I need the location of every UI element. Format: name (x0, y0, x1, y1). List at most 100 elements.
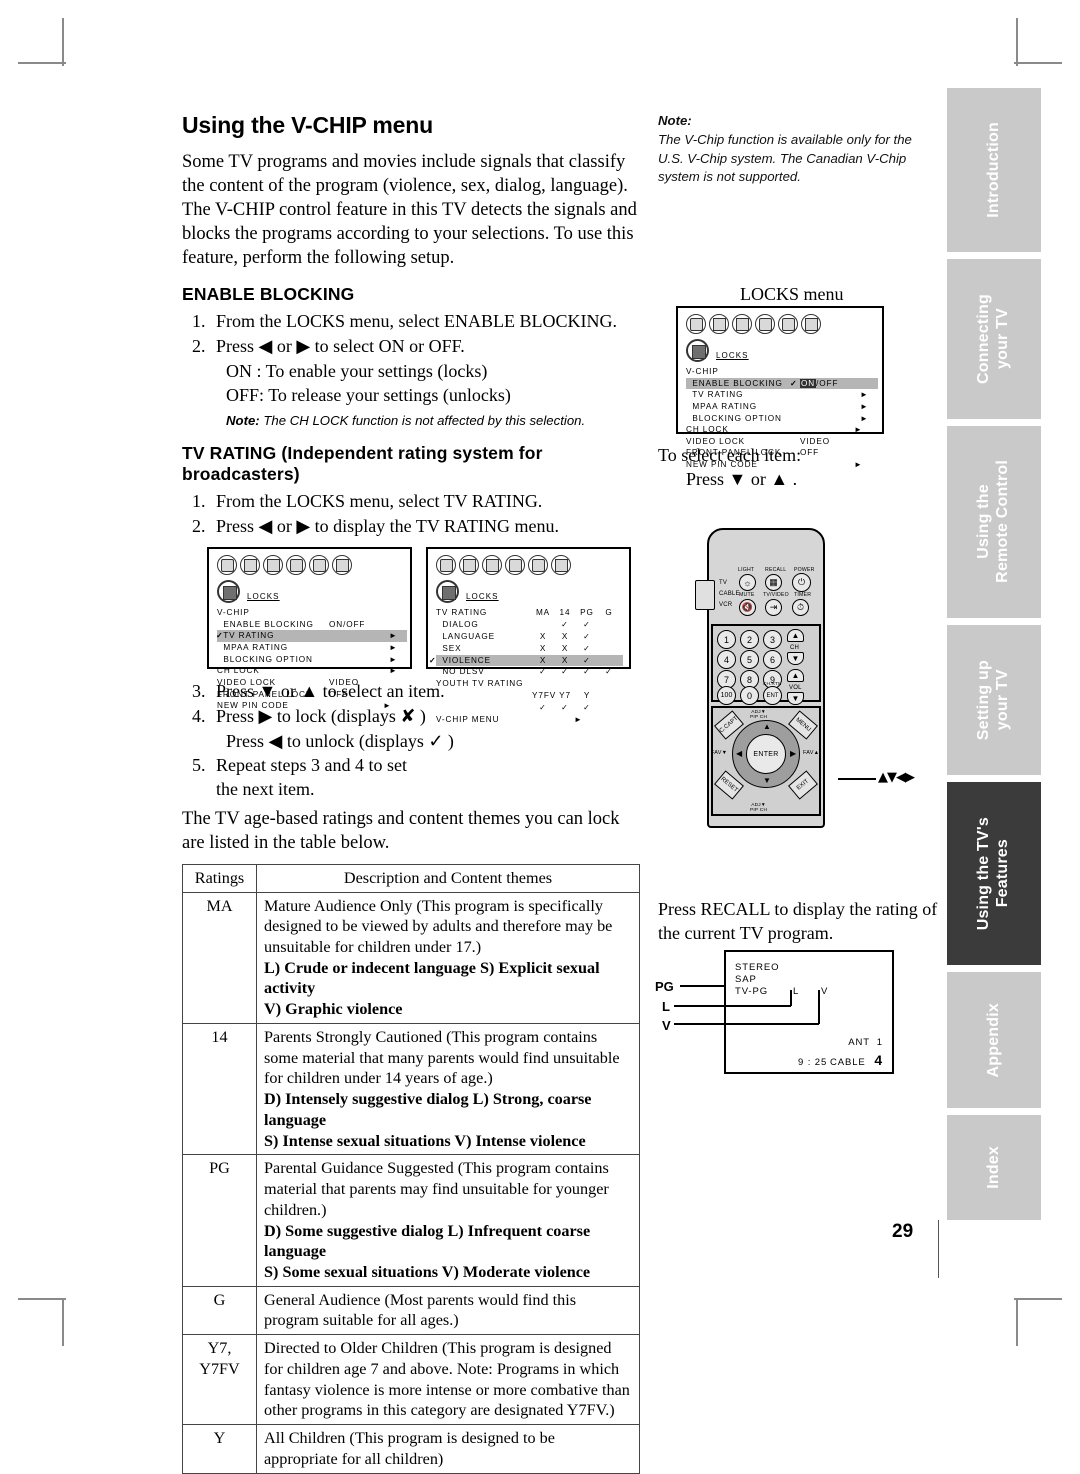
osd-row[interactable]: MPAA RATING ► (217, 642, 407, 654)
tab-appendix[interactable]: Appendix (947, 971, 1041, 1109)
page-edge-rule (938, 1220, 940, 1278)
setup-menu-icon[interactable] (309, 555, 329, 576)
digit-2-button[interactable]: 2 (740, 630, 759, 649)
picture-menu-icon[interactable] (436, 555, 456, 576)
osd-locks-header: LOCKS (678, 334, 882, 364)
osd-row-selected[interactable]: ✓ ENABLE BLOCKING ON/OFF (686, 377, 878, 390)
grid-col-14: 14 (559, 608, 571, 618)
audio-menu-icon[interactable] (459, 555, 479, 576)
video-menu-icon[interactable] (263, 555, 283, 576)
setup-menu-icon[interactable] (528, 555, 548, 576)
digit-100-button[interactable]: 100 (717, 686, 736, 705)
picture-menu-icon[interactable] (217, 555, 237, 576)
osd-grid-header: TV RATING MA 14 PG G (436, 607, 623, 619)
grid-cell: ✓ (561, 619, 569, 629)
step-number: 5. (192, 754, 206, 775)
grid-cell: ✓ (583, 667, 591, 677)
osd-row[interactable]: CH LOCK ► (686, 424, 878, 436)
recall-button[interactable]: ▦ (765, 574, 782, 591)
osd-row-key: V-CHIP (686, 367, 719, 376)
osd-row[interactable]: BLOCKING OPTION ► (686, 413, 878, 425)
light-button[interactable]: ☼ (739, 574, 756, 591)
crop-mark-br-v (1016, 1298, 1018, 1346)
osd-value-on[interactable]: ON (800, 378, 817, 388)
tab-introduction[interactable]: Introduction (947, 88, 1041, 252)
table-row: PG Parental Guidance Suggested (This pro… (182, 1154, 640, 1287)
note-text: The V-Chip function is available only fo… (658, 131, 912, 185)
heading-tv-rating: TV RATING (Independent rating system for… (182, 443, 543, 485)
osd-row[interactable]: BLOCKING OPTION ► (217, 654, 407, 666)
tab-using-the-tvs-features[interactable]: Using the TV's Features (947, 781, 1041, 965)
digit-4-button[interactable]: 4 (717, 650, 736, 669)
audio-menu-icon[interactable] (240, 555, 260, 576)
video-menu-icon[interactable] (732, 314, 752, 334)
osd-icon-row (209, 549, 410, 576)
tv-video-button[interactable]: ⇥ (765, 599, 782, 616)
tab-using-the-remote-control[interactable]: Using the Remote Control (947, 425, 1041, 618)
osd-grid-row-selected[interactable]: ✓ VIOLENCE X X ✓ (429, 654, 623, 667)
enter-button[interactable]: ENTER (746, 734, 786, 774)
locks-menu-icon[interactable] (332, 555, 352, 576)
timer-button[interactable]: ⏱ (792, 599, 809, 616)
osd-row-key: TV RATING (686, 390, 744, 400)
osd-row[interactable]: CH LOCK ► (217, 665, 407, 677)
dpad-right-arrow-icon[interactable]: ▶ (790, 749, 796, 758)
osd-row-selected[interactable]: ✓ TV RATING ► (216, 630, 407, 642)
power-button[interactable]: ⏻ (792, 573, 811, 592)
col-description: Description and Content themes (256, 863, 640, 893)
osd-row[interactable]: TV RATING ► (686, 389, 878, 401)
digit-5-button[interactable]: 5 (740, 650, 759, 669)
tab-label: Using the Remote Control (975, 460, 1011, 584)
digit-6-button[interactable]: 6 (763, 650, 782, 669)
digit-1-button[interactable]: 1 (717, 630, 736, 649)
theme-line: S) Some sexual situations V) Moderate vi… (264, 1263, 591, 1282)
channel-up-button[interactable]: ▲ (787, 629, 804, 642)
callout-line-pg (680, 985, 726, 987)
channel-menu-icon[interactable] (505, 555, 525, 576)
osd-grid-row[interactable]: LANGUAGE X X ✓ (436, 631, 623, 643)
step-text: Press ◀ or ▶ to display the TV RATING me… (216, 516, 560, 537)
channel-menu-icon[interactable] (286, 555, 306, 576)
crop-mark-br-h (1014, 1298, 1062, 1300)
osd-row[interactable]: V-CHIP (686, 366, 878, 378)
enter-small-button[interactable]: ENT (763, 686, 782, 705)
grid-col-ma: MA (535, 608, 551, 618)
crop-mark-tr-v (1016, 18, 1018, 66)
dpad-up-arrow-icon[interactable]: ▲ (763, 722, 771, 731)
video-menu-icon[interactable] (482, 555, 502, 576)
picture-menu-icon[interactable] (686, 314, 706, 334)
osd-row-value: ON/OFF (800, 378, 839, 388)
locks-menu-icon[interactable] (551, 555, 571, 576)
osd-locks-header: LOCKS (428, 575, 629, 605)
submenu-arrow-icon: ► (389, 666, 398, 676)
osd-grid-row[interactable]: SEX X X ✓ (436, 643, 623, 655)
dpad-left-arrow-icon[interactable]: ◀ (736, 749, 742, 758)
dpad-down-arrow-icon[interactable]: ▼ (763, 776, 771, 785)
tab-connecting-your-tv[interactable]: Connecting your TV (947, 258, 1041, 419)
osd-row[interactable]: V-CHIP (217, 607, 407, 619)
osd-row[interactable]: MPAA RATING ► (686, 401, 878, 413)
osd-icon-row (428, 549, 629, 576)
digit-3-button[interactable]: 3 (763, 630, 782, 649)
osd-grid-row[interactable]: DIALOG ✓ ✓ (436, 619, 623, 631)
osd-row[interactable]: ENABLE BLOCKING ON/OFF (217, 619, 407, 631)
channel-menu-icon[interactable] (755, 314, 775, 334)
osd-grid-row[interactable]: NO DLSV ✓ ✓ ✓ ✓ (436, 666, 623, 678)
tab-index[interactable]: Index (947, 1115, 1041, 1220)
select-each-item-line: To select each item: (658, 445, 802, 465)
mode-slider-switch[interactable] (695, 580, 715, 610)
button-label: RESET (719, 776, 739, 794)
volume-up-button[interactable]: ▲ (787, 669, 804, 682)
mute-button[interactable]: 🔇 (739, 599, 756, 616)
label-light: LIGHT (738, 567, 755, 573)
description-cell: All Children (This program is designed t… (256, 1424, 640, 1474)
setup-menu-icon[interactable] (778, 314, 798, 334)
tab-label: Setting up your TV (975, 659, 1011, 741)
tab-label: Index (984, 1146, 1002, 1190)
table-row: MA Mature Audience Only (This program is… (182, 891, 640, 1024)
locks-menu-icon[interactable] (801, 314, 821, 334)
digit-0-button[interactable]: 0 (740, 686, 759, 705)
tab-setting-up-your-tv[interactable]: Setting up your TV (947, 625, 1041, 775)
note-text: The CH LOCK function is not affected by … (263, 412, 586, 428)
audio-menu-icon[interactable] (709, 314, 729, 334)
